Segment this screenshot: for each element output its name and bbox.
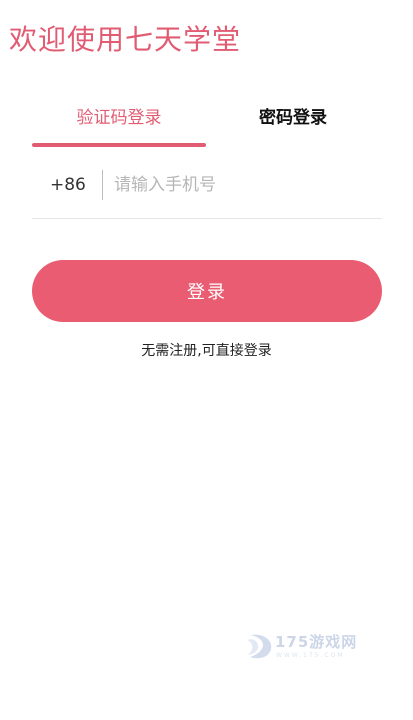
watermark: 175游戏网 WWW.175.COM <box>245 628 385 668</box>
watermark-text: 175游戏网 <box>275 633 358 651</box>
login-tabs: 验证码登录 密码登录 <box>32 96 380 148</box>
login-button[interactable]: 登录 <box>32 260 382 322</box>
tab-sms-login[interactable]: 验证码登录 <box>32 96 206 144</box>
input-divider <box>102 170 103 200</box>
country-code[interactable]: +86 <box>50 172 86 198</box>
login-screen: 欢迎使用七天学堂 验证码登录 密码登录 +86 登录 无需注册,可直接登录 17… <box>0 0 413 720</box>
phone-input[interactable] <box>114 168 370 202</box>
watermark-subtext: WWW.175.COM <box>276 652 345 659</box>
watermark-logo-icon <box>247 634 272 659</box>
no-registration-hint: 无需注册,可直接登录 <box>141 343 272 359</box>
phone-number-row: +86 <box>32 162 382 219</box>
active-tab-indicator <box>32 143 206 147</box>
tab-password-login[interactable]: 密码登录 <box>206 96 380 144</box>
page-title: 欢迎使用七天学堂 <box>9 23 242 56</box>
